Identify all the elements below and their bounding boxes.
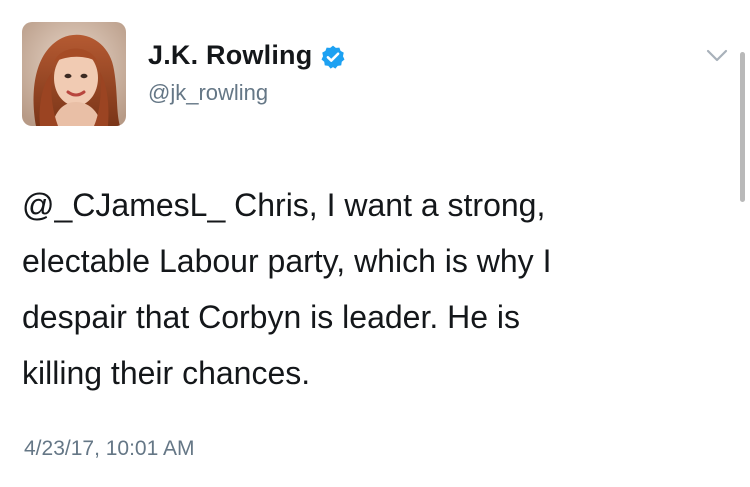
- tweet-text: @_CJamesL_ Chris, I want a strong, elect…: [22, 177, 712, 401]
- tweet-card: J.K. Rowling @jk_rowling @_CJamesL_ Chri…: [0, 0, 750, 487]
- tweet-timestamp[interactable]: 4/23/17, 10:01 AM: [24, 437, 194, 461]
- avatar[interactable]: [22, 22, 126, 126]
- author-handle[interactable]: @jk_rowling: [148, 80, 268, 106]
- tweet-text-line: killing their chances.: [22, 355, 311, 391]
- tweet-text-line: @_CJamesL_ Chris, I want a strong,: [22, 187, 546, 223]
- author-name-row: J.K. Rowling: [148, 40, 346, 71]
- avatar-image: [22, 22, 126, 126]
- tweet-text-line: electable Labour party, which is why I: [22, 243, 552, 279]
- display-name[interactable]: J.K. Rowling: [148, 40, 312, 71]
- chevron-down-icon[interactable]: [704, 46, 730, 66]
- scrollbar[interactable]: [740, 52, 745, 202]
- tweet-text-line: despair that Corbyn is leader. He is: [22, 299, 521, 335]
- verified-badge-icon: [320, 44, 346, 70]
